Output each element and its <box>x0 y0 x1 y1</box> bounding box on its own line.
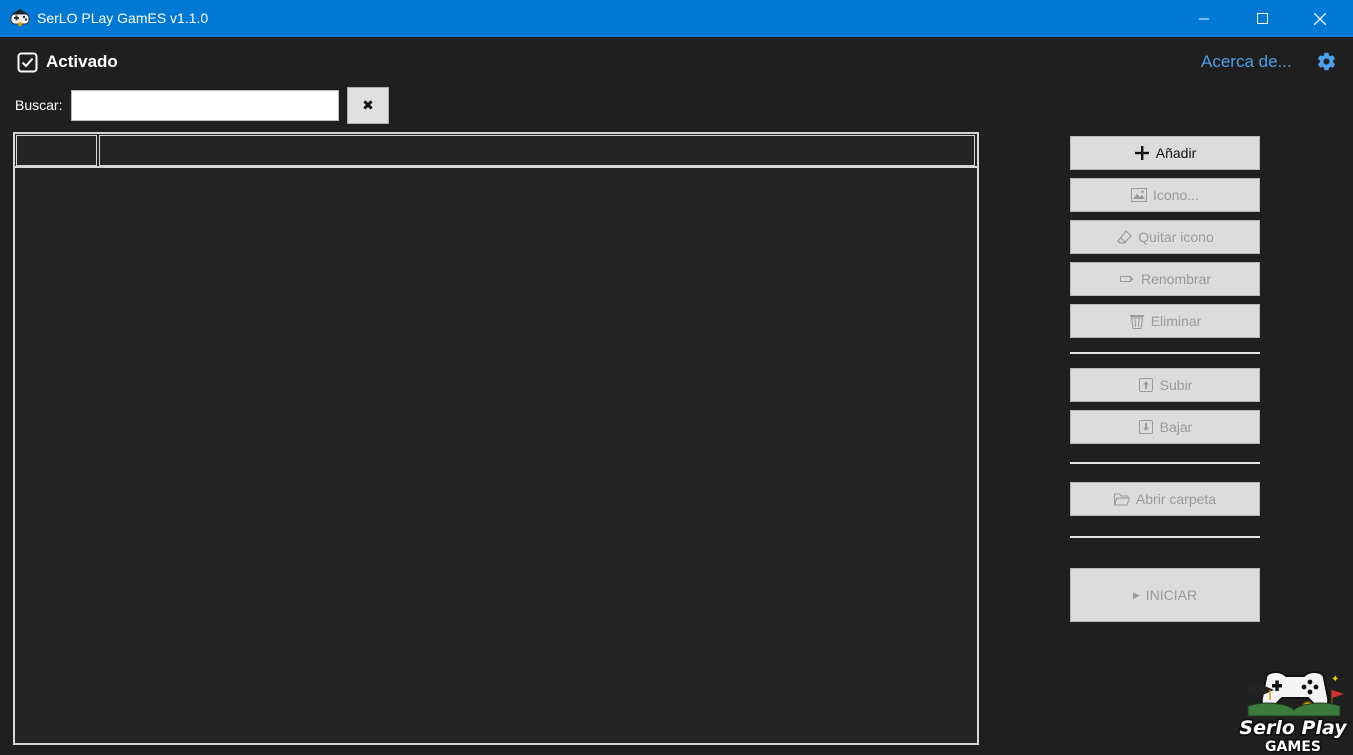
column-header-name[interactable] <box>99 135 975 166</box>
start-label: INICIAR <box>1145 587 1198 603</box>
rename-label: Renombrar <box>1140 271 1212 287</box>
gear-icon[interactable] <box>1316 51 1337 72</box>
play-icon: ▶ <box>1132 589 1140 600</box>
icon-button[interactable]: Icono... <box>1070 178 1260 212</box>
plus-icon <box>1134 145 1150 161</box>
add-button[interactable]: Añadir <box>1070 136 1260 170</box>
delete-label: Eliminar <box>1150 313 1202 329</box>
close-icon <box>1314 12 1326 25</box>
remove-icon-label: Quitar icono <box>1138 229 1214 245</box>
about-link[interactable]: Acerca de... <box>1201 52 1292 72</box>
move-down-button[interactable]: Bajar <box>1070 410 1260 444</box>
divider <box>1070 462 1260 464</box>
serlo-play-games-logo: ✦ Serlo Play GAMES <box>1238 671 1350 754</box>
clear-search-button[interactable]: ✖ <box>347 87 389 124</box>
list-header <box>15 134 977 168</box>
remove-icon-button[interactable]: Quitar icono <box>1070 220 1260 254</box>
logo-title: Serlo Play <box>1239 717 1348 739</box>
start-button[interactable]: ▶ INICIAR <box>1070 568 1260 622</box>
move-down-label: Bajar <box>1159 419 1193 435</box>
app-icon <box>10 9 30 26</box>
title-bar: SerLO PLay GamES v1.1.0 <box>0 0 1353 37</box>
divider <box>1070 536 1260 538</box>
move-up-button[interactable]: Subir <box>1070 368 1260 402</box>
move-up-label: Subir <box>1159 377 1193 393</box>
divider <box>1070 352 1260 354</box>
maximize-icon <box>1256 13 1268 24</box>
maximize-button[interactable] <box>1233 0 1291 37</box>
svg-text:✦: ✦ <box>1331 674 1339 685</box>
open-folder-button[interactable]: Abrir carpeta <box>1070 482 1260 516</box>
games-list[interactable] <box>13 132 979 745</box>
activado-label[interactable]: Activado <box>46 52 118 72</box>
image-icon <box>1131 187 1148 203</box>
search-input[interactable] <box>71 90 339 121</box>
x-icon: ✖ <box>362 97 374 114</box>
window-title: SerLO PLay GamES v1.1.0 <box>37 10 209 26</box>
minimize-icon <box>1199 18 1209 19</box>
icon-label: Icono... <box>1153 187 1199 203</box>
arrow-up-icon <box>1138 377 1154 393</box>
add-label: Añadir <box>1155 145 1197 161</box>
close-button[interactable] <box>1291 0 1349 37</box>
logo-subtitle: GAMES <box>1265 739 1321 754</box>
trash-icon <box>1129 313 1145 329</box>
open-folder-label: Abrir carpeta <box>1135 491 1217 507</box>
folder-icon <box>1113 491 1130 507</box>
column-header-icon[interactable] <box>16 135 97 166</box>
activado-checkbox[interactable] <box>17 52 38 73</box>
pencil-icon <box>1119 271 1135 287</box>
eraser-icon <box>1116 229 1132 245</box>
rename-button[interactable]: Renombrar <box>1070 262 1260 296</box>
search-label: Buscar: <box>15 97 63 113</box>
arrow-down-icon <box>1138 419 1154 435</box>
minimize-button[interactable] <box>1175 0 1233 37</box>
delete-button[interactable]: Eliminar <box>1070 304 1260 338</box>
